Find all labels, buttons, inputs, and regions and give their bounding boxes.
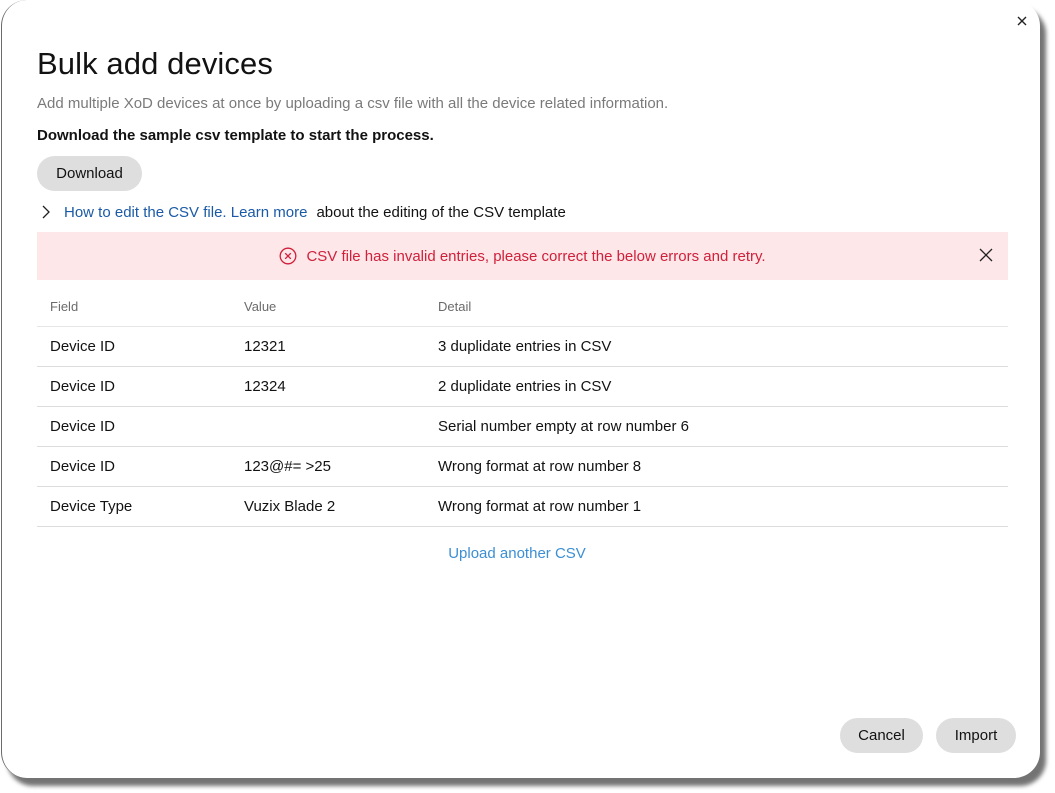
cell-detail: 2 duplidate entries in CSV	[425, 366, 1008, 407]
cell-value: 12324	[231, 366, 425, 407]
table-row: Device Type Vuzix Blade 2 Wrong format a…	[37, 486, 1008, 527]
cell-field: Device ID	[37, 406, 231, 447]
help-row: How to edit the CSV file. Learn more abo…	[38, 201, 566, 223]
dialog-subtitle: Add multiple XoD devices at once by uplo…	[37, 95, 669, 112]
download-button[interactable]: Download	[37, 156, 142, 191]
cell-detail: 3 duplidate entries in CSV	[425, 326, 1008, 367]
import-button[interactable]: Import	[936, 718, 1016, 753]
download-instruction: Download the sample csv template to star…	[37, 127, 434, 144]
error-circle-x-icon	[279, 247, 297, 265]
cell-value: 12321	[231, 326, 425, 367]
cell-detail: Wrong format at row number 1	[425, 486, 1008, 527]
upload-another-row: Upload another CSV	[2, 545, 1032, 562]
dismiss-error-button[interactable]	[977, 246, 995, 264]
table-row: Device ID 123@#= >25 Wrong format at row…	[37, 446, 1008, 487]
cancel-button[interactable]: Cancel	[840, 718, 923, 753]
cell-detail: Wrong format at row number 8	[425, 446, 1008, 487]
cell-detail: Serial number empty at row number 6	[425, 406, 1008, 447]
table-header-row: Field Value Detail	[37, 287, 1008, 327]
table-row: Device ID Serial number empty at row num…	[37, 406, 1008, 447]
close-icon	[979, 248, 993, 262]
table-row: Device ID 12324 2 duplidate entries in C…	[37, 366, 1008, 407]
errors-table: Field Value Detail Device ID 12321 3 dup…	[37, 287, 1008, 527]
cell-value: 123@#= >25	[231, 446, 425, 487]
chevron-right-icon	[42, 205, 50, 219]
learn-more-link[interactable]: How to edit the CSV file. Learn more	[64, 204, 307, 221]
close-icon	[1017, 16, 1027, 26]
column-header-value: Value	[231, 287, 425, 327]
dialog-title: Bulk add devices	[37, 46, 273, 81]
expand-help-toggle[interactable]	[38, 204, 54, 220]
error-message: CSV file has invalid entries, please cor…	[306, 247, 766, 265]
close-dialog-button[interactable]	[1012, 11, 1032, 31]
upload-another-csv-link[interactable]: Upload another CSV	[448, 545, 586, 562]
column-header-detail: Detail	[425, 287, 1008, 327]
cell-value	[231, 406, 425, 447]
table-row: Device ID 12321 3 duplidate entries in C…	[37, 326, 1008, 367]
error-banner: CSV file has invalid entries, please cor…	[37, 232, 1008, 280]
cell-field: Device ID	[37, 446, 231, 487]
cell-field: Device ID	[37, 326, 231, 367]
cell-value: Vuzix Blade 2	[231, 486, 425, 527]
help-suffix-text: about the editing of the CSV template	[316, 203, 566, 221]
cell-field: Device ID	[37, 366, 231, 407]
bulk-add-devices-dialog: Bulk add devices Add multiple XoD device…	[1, 0, 1040, 778]
cell-field: Device Type	[37, 486, 231, 527]
column-header-field: Field	[37, 287, 231, 327]
